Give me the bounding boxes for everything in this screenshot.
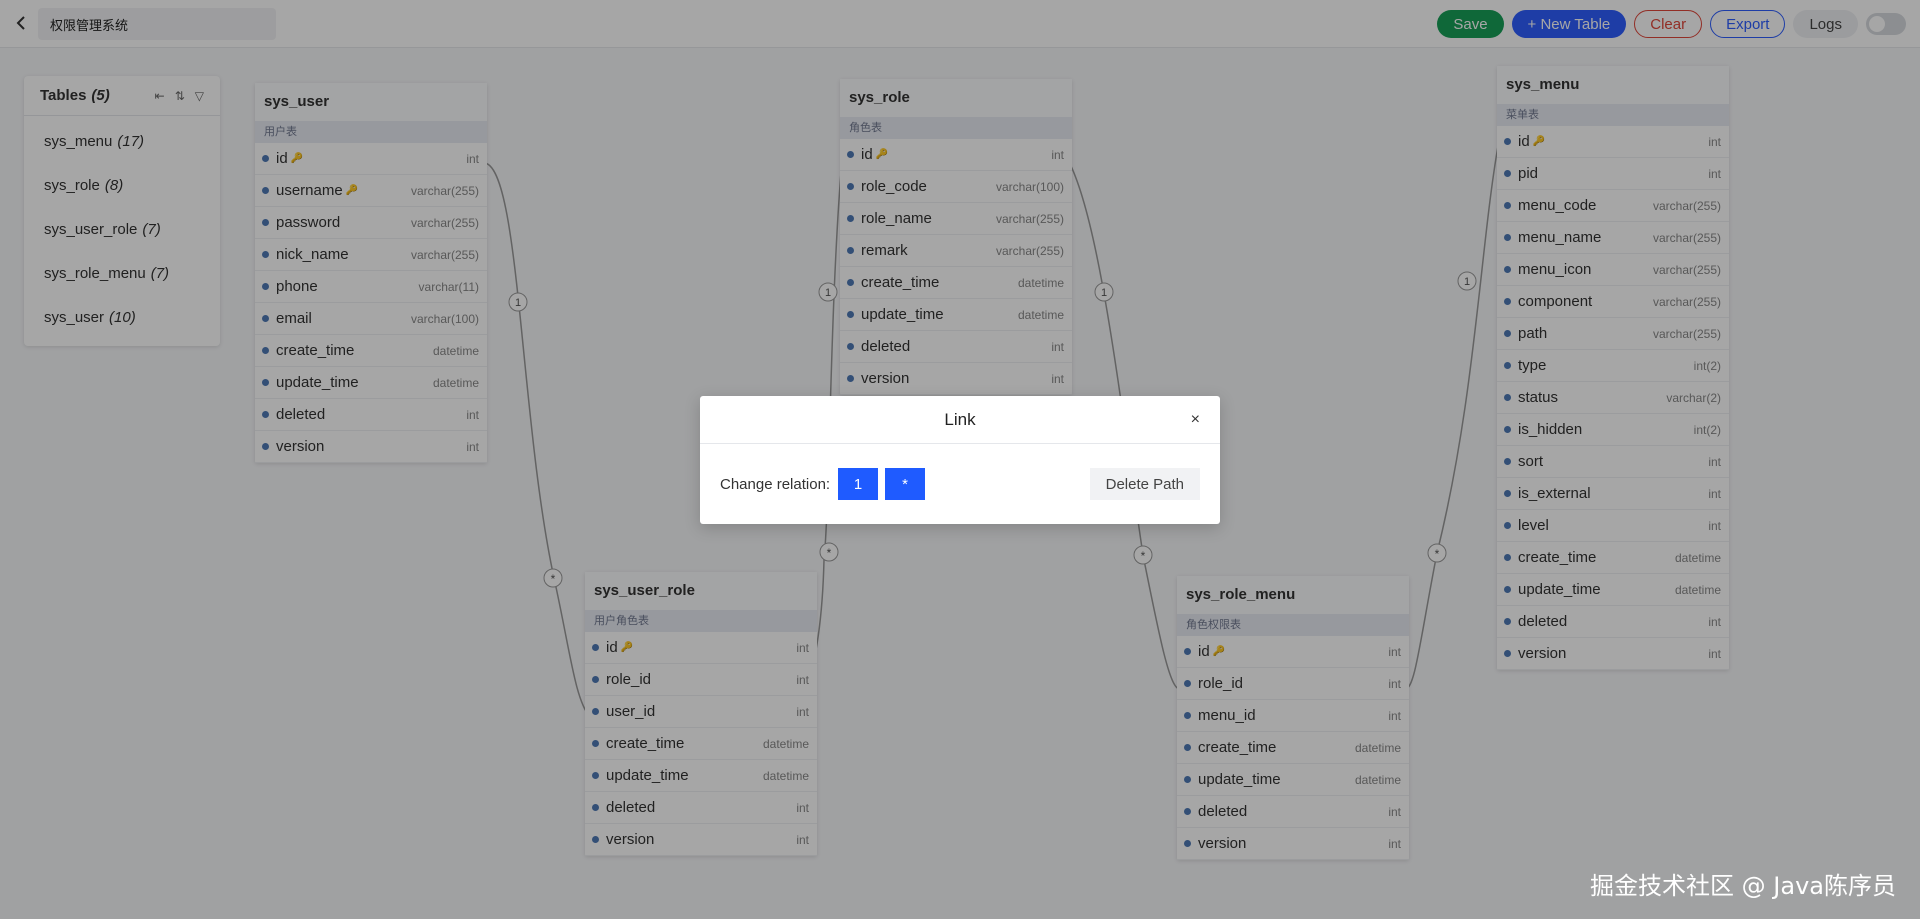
change-relation-label: Change relation: bbox=[720, 475, 831, 493]
modal-title: Link bbox=[944, 410, 976, 429]
delete-path-button[interactable]: Delete Path bbox=[1089, 468, 1200, 500]
modal-body: Change relation: 1 * Delete Path bbox=[700, 444, 1220, 524]
close-icon[interactable]: × bbox=[1191, 396, 1200, 444]
relation-one-button[interactable]: 1 bbox=[838, 468, 879, 500]
relation-many-button[interactable]: * bbox=[885, 468, 926, 500]
modal-header: Link × bbox=[700, 396, 1220, 444]
watermark: 掘金技术社区 @ Java陈序员 bbox=[1590, 872, 1896, 900]
link-modal: Link × Change relation: 1 * Delete Path bbox=[700, 396, 1220, 524]
